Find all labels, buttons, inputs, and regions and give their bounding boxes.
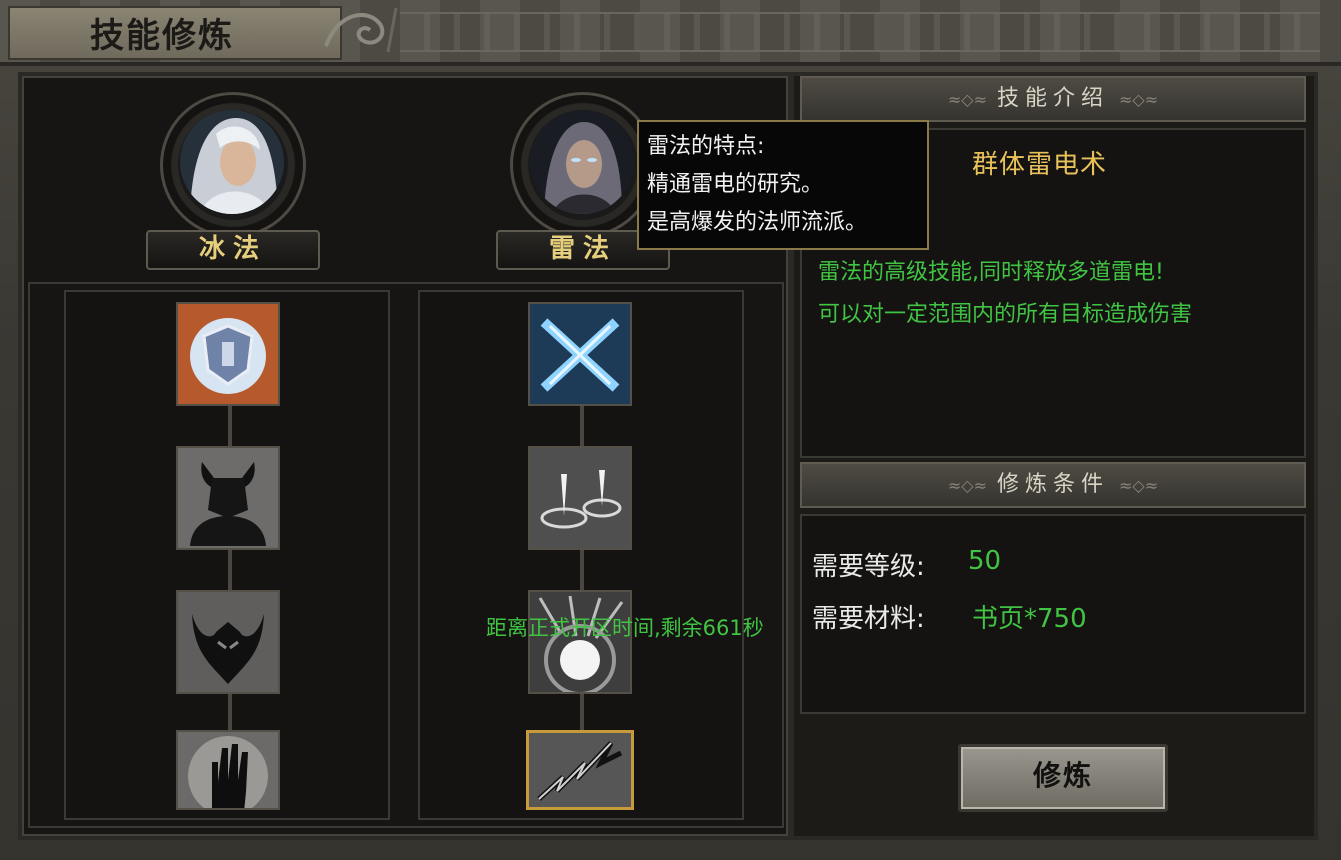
header-ornament-left-icon: ≈◇≈: [947, 476, 987, 495]
thunder-mage-avatar: [530, 110, 634, 214]
raised-hand-icon[interactable]: [176, 730, 280, 810]
path-tooltip: 雷法的特点: 精通雷电的研究。 是高爆发的法师流派。: [637, 120, 929, 250]
chain-lightning-icon[interactable]: [526, 730, 634, 810]
level-requirement-label: 需要等级:: [812, 552, 925, 582]
path-ice-portrait[interactable]: 冰法: [146, 92, 320, 272]
server-open-countdown: 距离正式开区时间,剩余661秒: [486, 616, 764, 640]
title-decor-strip: [400, 12, 1320, 52]
path-ice-label: 冰法: [146, 230, 320, 270]
lightning-burst-icon[interactable]: [528, 590, 632, 694]
header-ornament-left-icon: ≈◇≈: [947, 90, 987, 109]
title-bar: 技能修炼: [0, 0, 1341, 66]
train-button[interactable]: 修炼: [958, 744, 1168, 812]
tooltip-line: 雷法的特点:: [647, 134, 765, 159]
conditions-header: ≈◇≈ 修炼条件 ≈◇≈: [800, 462, 1306, 508]
skill-description-line: 雷法的高级技能,同时释放多道雷电!: [818, 260, 1164, 285]
level-requirement-value: 50: [968, 546, 1002, 576]
conditions-header-label: 修炼条件: [996, 472, 1109, 497]
intro-header-label: 技能介绍: [996, 86, 1109, 111]
tooltip-line: 是高爆发的法师流派。: [647, 210, 868, 235]
intro-header: ≈◇≈ 技能介绍 ≈◇≈: [800, 76, 1306, 122]
lightning-cross-icon[interactable]: [528, 302, 632, 406]
skill-description-line: 可以对一定范围内的所有目标造成伤害: [818, 302, 1193, 327]
horned-helmet-icon[interactable]: [176, 446, 280, 550]
skill-name: 群体雷电术: [972, 150, 1108, 180]
lightning-pillars-icon[interactable]: [528, 446, 632, 550]
demon-mask-icon[interactable]: [176, 590, 280, 694]
skill-training-window: 技能修炼 冰法 雷法 距离正式开区时间,剩余661秒 ≈◇≈ 技能介绍 ≈◇≈ …: [0, 0, 1341, 860]
window-title: 技能修炼: [90, 16, 234, 56]
scroll-ornament-icon: [324, 7, 398, 53]
ice-mage-avatar: [180, 110, 284, 214]
header-ornament-right-icon: ≈◇≈: [1119, 90, 1159, 109]
material-requirement-value: 书页*750: [972, 604, 1087, 634]
material-requirement-label: 需要材料:: [812, 604, 925, 634]
header-ornament-right-icon: ≈◇≈: [1119, 476, 1159, 495]
tooltip-line: 精通雷电的研究。: [647, 172, 824, 197]
frost-shield-icon[interactable]: [176, 302, 280, 406]
